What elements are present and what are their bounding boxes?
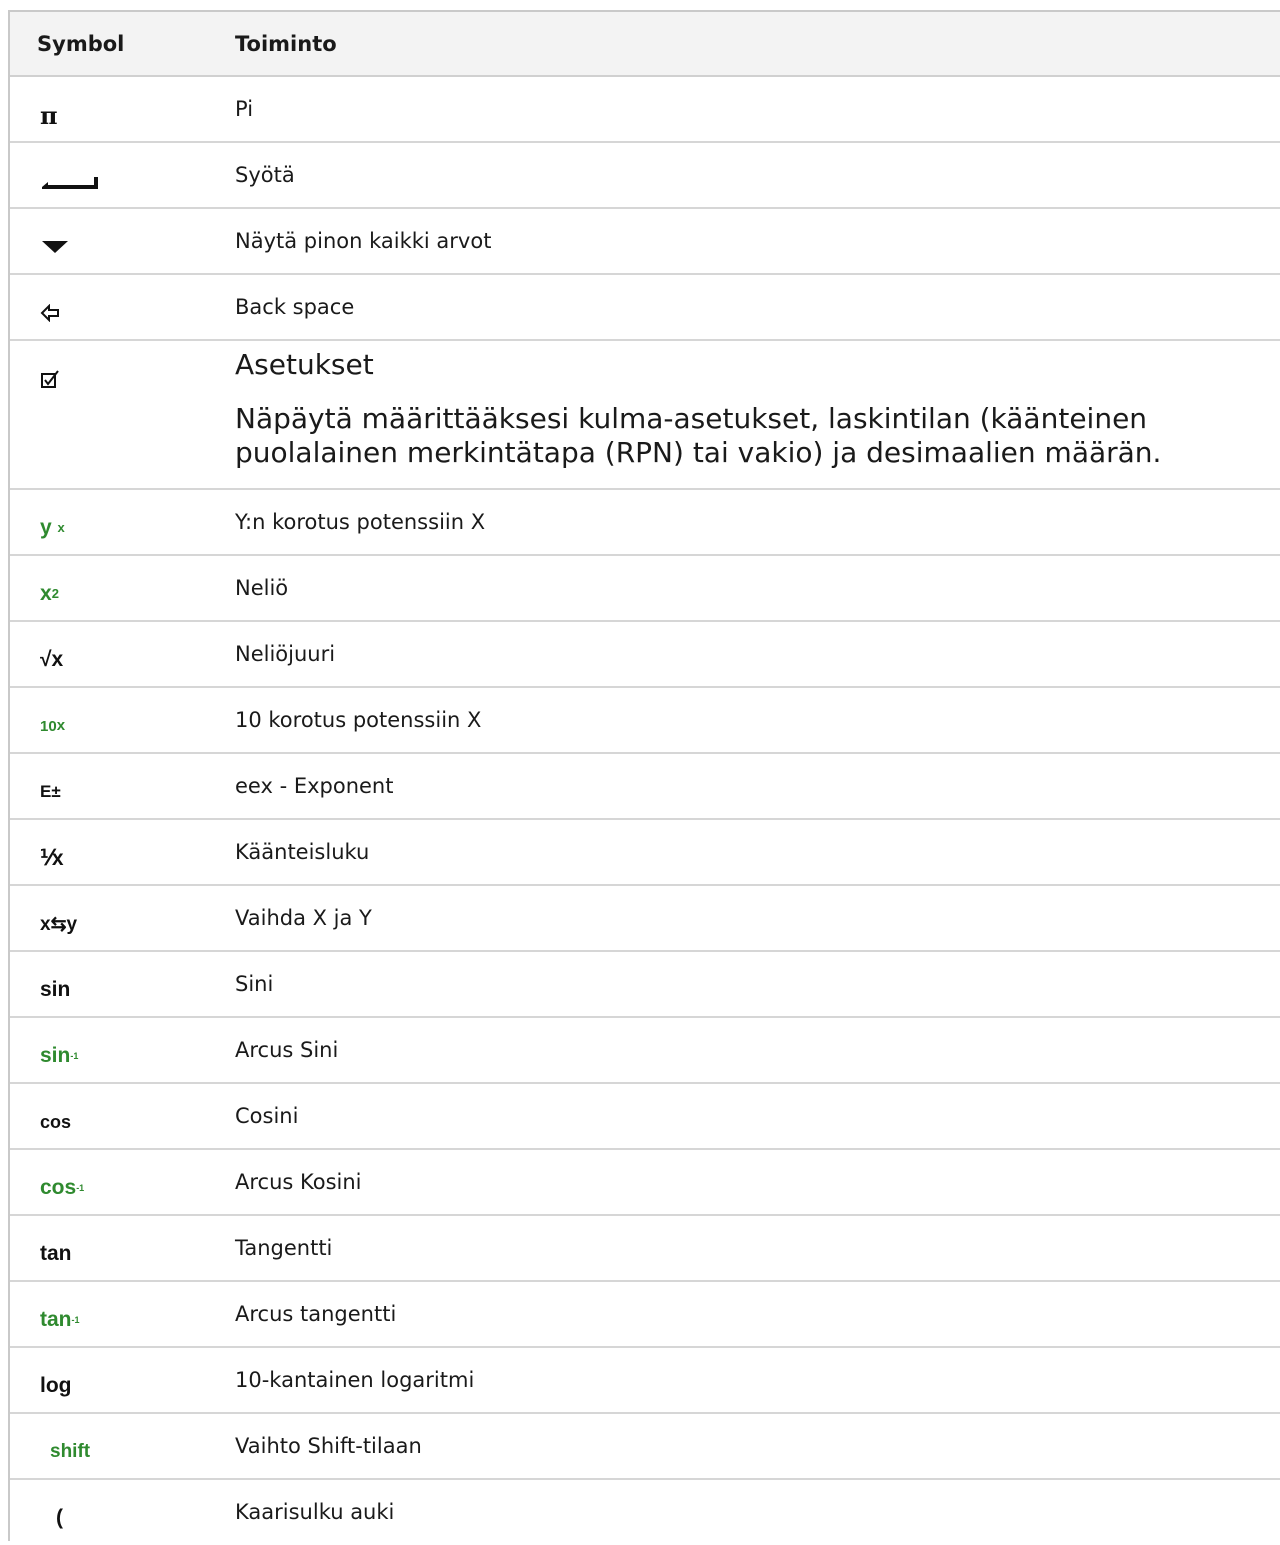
row-function: Neliöjuuri	[225, 621, 1280, 688]
symbol-text: ⅟x	[40, 846, 64, 870]
table-row: cos -1 Arcus Kosini	[10, 1149, 1280, 1216]
row-function: Arcus tangentti	[225, 1281, 1280, 1348]
symbol-text: shift	[50, 1441, 91, 1462]
symbol-table: Symbol Toiminto π Pi Syötä Näytä pinon k…	[10, 12, 1280, 1545]
symbol-base: sin	[40, 1044, 71, 1067]
table-row: x2 Neliö	[10, 555, 1280, 622]
document: Symbol Toiminto π Pi Syötä Näytä pinon k…	[8, 10, 1280, 1541]
symbol-base: 10	[40, 717, 57, 735]
row-function: Käänteisluku	[225, 819, 1280, 886]
table-row: 10 x 10 korotus potenssiin X	[10, 687, 1280, 754]
table-row: Asetukset Näpäytä määrittääksesi kulma-a…	[10, 340, 1280, 490]
row-function: Kaarisulku auki	[235, 1500, 395, 1524]
symbol-base: tan	[40, 1308, 72, 1331]
table-row: tan Tangentti	[10, 1215, 1280, 1282]
backspace-icon	[40, 275, 225, 339]
table-row: Näytä pinon kaikki arvot	[10, 208, 1280, 275]
symbol-text: cos	[40, 1111, 72, 1132]
row-function: 10 korotus potenssiin X	[225, 687, 1280, 754]
row-function: Neliö	[225, 555, 1280, 622]
tenpow-symbol: 10 x	[40, 717, 66, 735]
settings-title: Asetukset	[235, 348, 374, 381]
table-row: √x Neliöjuuri	[10, 621, 1280, 688]
table-row: tan -1 Arcus tangentti	[10, 1281, 1280, 1348]
log-symbol: log	[40, 1348, 225, 1412]
paren-symbol: (	[40, 1480, 225, 1544]
power-symbol: y x	[40, 516, 65, 539]
row-function: Näytä pinon kaikki arvot	[225, 208, 1280, 275]
reciprocal-symbol: ⅟x	[40, 820, 225, 884]
pi-symbol: π	[40, 77, 225, 141]
sin-symbol: sin	[40, 952, 225, 1016]
row-function: Arcus Kosini	[225, 1149, 1280, 1216]
row-function: Sini	[225, 951, 1280, 1018]
row-function: Back space	[225, 274, 1280, 341]
table-row: x⇆y Vaihda X ja Y	[10, 885, 1280, 952]
symbol-base: x	[40, 582, 52, 605]
row-function: Pi	[225, 76, 1280, 143]
row-function: Vaihto Shift-tilaan	[225, 1413, 1280, 1480]
table-row: ( Kaarisulku auki	[10, 1479, 1280, 1545]
row-function: Cosini	[225, 1083, 1280, 1150]
table-header-row: Symbol Toiminto	[10, 12, 1280, 77]
table-row: y x Y:n korotus potenssiin X	[10, 489, 1280, 556]
table-row: Syötä	[10, 142, 1280, 209]
symbol-base: y	[40, 516, 52, 539]
symbol-text: log	[40, 1374, 72, 1397]
row-function: Vaihda X ja Y	[225, 885, 1280, 952]
enter-icon	[40, 143, 225, 207]
symbol-text: (	[56, 1506, 63, 1529]
symbol-text: tan	[40, 1242, 72, 1265]
row-function: 10-kantainen logaritmi	[225, 1347, 1280, 1414]
table-row: sin -1 Arcus Sini	[10, 1017, 1280, 1084]
table-row: log 10-kantainen logaritmi	[10, 1347, 1280, 1414]
table-row: cos Cosini	[10, 1083, 1280, 1150]
row-function: Syötä	[225, 142, 1280, 209]
row-function: Tangentti	[225, 1215, 1280, 1282]
caret-down-icon	[40, 209, 225, 273]
asin-symbol: sin -1	[40, 1044, 79, 1067]
square-symbol: x2	[40, 582, 59, 605]
table-row: π Pi	[10, 76, 1280, 143]
header-function: Toiminto	[225, 12, 1280, 77]
settings-cell: Asetukset Näpäytä määrittääksesi kulma-a…	[225, 340, 1280, 490]
symbol-text: sin	[40, 978, 71, 1001]
symbol-base: cos	[40, 1176, 77, 1199]
row-function: eex - Exponent	[225, 753, 1280, 820]
table-row: Back space	[10, 274, 1280, 341]
atan-symbol: tan -1	[40, 1308, 80, 1331]
sqrt-symbol: √x	[40, 622, 225, 686]
row-function: Y:n korotus potenssiin X	[225, 489, 1280, 556]
table-row: E± eex - Exponent	[10, 753, 1280, 820]
pi-symbol-text: π	[40, 100, 58, 130]
row-function: Arcus Sini	[225, 1017, 1280, 1084]
table-row: sin Sini	[10, 951, 1280, 1018]
tan-symbol: tan	[40, 1216, 225, 1280]
table-row: ⅟x Käänteisluku	[10, 819, 1280, 886]
symbol-text: E±	[40, 782, 61, 801]
shift-symbol: shift	[40, 1414, 225, 1478]
cos-symbol: cos	[40, 1084, 225, 1148]
swap-symbol: x⇆y	[40, 886, 225, 950]
settings-description: Näpäytä määrittääksesi kulma-asetukset, …	[235, 402, 1162, 469]
symbol-text: √x	[40, 648, 64, 671]
table-row: shift Vaihto Shift-tilaan	[10, 1413, 1280, 1480]
eex-symbol: E±	[40, 754, 225, 818]
checkbox-icon	[40, 341, 225, 405]
symbol-text: x⇆y	[40, 913, 78, 935]
header-symbol: Symbol	[10, 12, 225, 77]
acos-symbol: cos -1	[40, 1176, 85, 1199]
